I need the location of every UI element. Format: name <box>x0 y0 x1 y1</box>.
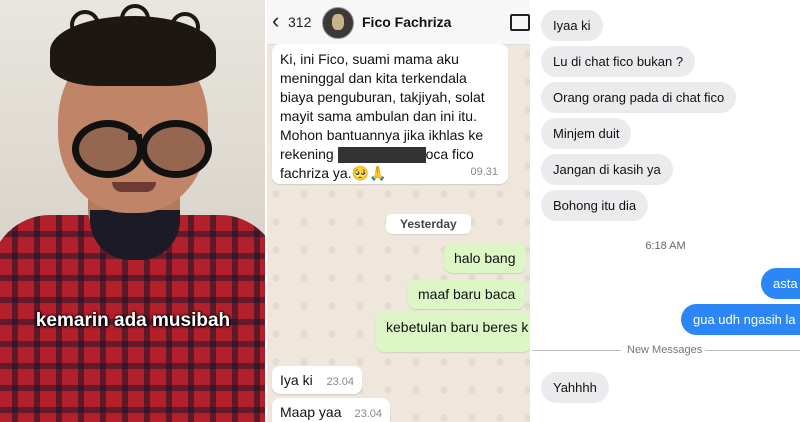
message-bubble-outgoing[interactable]: asta <box>761 268 800 299</box>
panel-divider <box>265 0 267 422</box>
message-bubble-incoming[interactable]: Yahhhh <box>541 372 609 403</box>
unread-count[interactable]: 312 <box>288 14 311 30</box>
message-bubble-outgoing[interactable]: halo bang <box>444 244 526 273</box>
new-messages-line-right <box>705 350 800 351</box>
video-call-icon[interactable] <box>510 14 530 31</box>
message-line: Ki, ini Fico, suami mama aku <box>280 51 459 67</box>
whatsapp-chat: ‹ 312 Fico Fachriza Ki, ini Fico, suami … <box>266 0 531 422</box>
message-text: Maap yaa <box>280 404 342 420</box>
message-line: biaya penguburan, takjiyah, solat <box>280 89 485 105</box>
message-line: fachriza ya.🥺🙏 <box>280 165 387 181</box>
message-text: oca fico <box>425 146 474 162</box>
glasses-bridge <box>128 134 142 140</box>
message-line: mayit sama ambulan dan ini itu. <box>280 108 477 124</box>
imessage-chat: Iyaa ki Lu di chat fico bukan ? Orang or… <box>531 0 800 422</box>
message-text: rekening <box>280 146 334 162</box>
message-bubble-incoming[interactable]: Bohong itu dia <box>541 190 649 221</box>
message-bubble-incoming[interactable]: Maap yaa 23.04 <box>272 398 390 422</box>
message-time: 23.04 <box>326 376 354 388</box>
day-divider: Yesterday <box>386 214 471 234</box>
chat-header: ‹ 312 Fico Fachriza <box>266 0 531 45</box>
message-text: Iya ki <box>280 372 313 388</box>
redaction-block <box>337 147 426 164</box>
message-bubble-incoming[interactable]: Iya ki 23.04 <box>272 366 362 394</box>
message-bubble-incoming[interactable]: Lu di chat fico bukan ? <box>541 46 696 77</box>
back-chevron-icon[interactable]: ‹ <box>272 8 279 34</box>
message-bubble-outgoing[interactable]: kebetulan baru beres k <box>376 312 531 352</box>
new-messages-label: New Messages <box>627 344 703 356</box>
mouth <box>112 182 156 192</box>
message-bubble-incoming[interactable]: Ki, ini Fico, suami mama aku meninggal d… <box>272 44 508 184</box>
contact-name[interactable]: Fico Fachriza <box>362 14 451 30</box>
panel-divider <box>530 0 532 422</box>
hair-curl <box>170 12 200 42</box>
message-bubble-incoming[interactable]: Orang orang pada di chat fico <box>541 82 737 113</box>
message-line: Mohon bantuannya jika ikhlas ke <box>280 127 484 143</box>
message-time: 23.04 <box>354 408 382 420</box>
message-text: kebetulan baru beres k <box>386 319 529 335</box>
video-frame: kemarin ada musibah <box>0 0 266 422</box>
glasses-right-lens <box>140 120 212 178</box>
message-bubble-outgoing[interactable]: maaf baru baca <box>408 280 526 309</box>
message-bubble-incoming[interactable]: Jangan di kasih ya <box>541 154 673 185</box>
hair-curl <box>70 10 100 40</box>
avatar[interactable] <box>322 7 354 39</box>
message-time: 09.31 <box>470 166 498 178</box>
message-line: meninggal dan kita terkendala <box>280 70 467 86</box>
message-bubble-incoming[interactable]: Iyaa ki <box>541 10 603 41</box>
message-bubble-incoming[interactable]: Minjem duit <box>541 118 632 149</box>
timestamp: 6:18 AM <box>645 240 686 252</box>
new-messages-line-left <box>531 350 621 351</box>
glasses-left-lens <box>72 120 144 178</box>
message-text: halo bang <box>454 250 516 266</box>
message-bubble-outgoing[interactable]: gua udh ngasih la <box>681 304 800 335</box>
video-caption: kemarin ada musibah <box>35 310 231 331</box>
hair-curl <box>120 4 150 34</box>
message-line: rekening oca fico <box>280 145 500 164</box>
message-text: maaf baru baca <box>418 286 516 302</box>
